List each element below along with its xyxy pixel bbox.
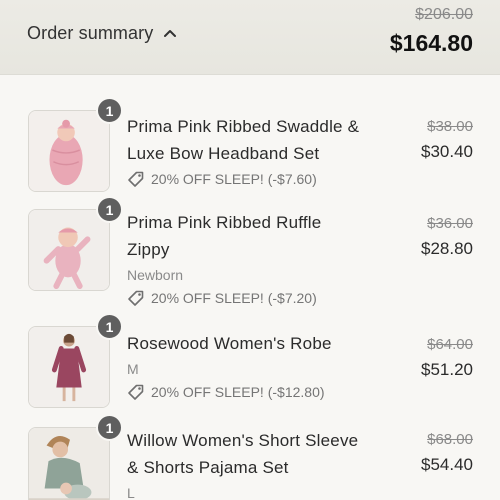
quantity-badge: 1 (96, 97, 123, 124)
variant-label: M (127, 361, 139, 377)
discount-label: 20% OFF SLEEP! (-$12.80) (127, 381, 397, 403)
discounted-price: $30.40 (421, 142, 473, 161)
product-name: Willow Women's Short Sleeve & Shorts Paj… (127, 431, 359, 477)
chevron-up-icon (163, 26, 177, 40)
discount-label: 20% OFF SLEEP! (-$7.20) (127, 287, 397, 309)
order-summary-header[interactable]: Order summary $206.00 $164.80 (0, 0, 500, 75)
product-image-zippy (28, 209, 110, 291)
variant-label: L (127, 485, 135, 500)
original-price: $38.00 (427, 118, 473, 135)
order-summary-label: Order summary (27, 22, 154, 43)
product-name: Prima Pink Ribbed Swaddle & Luxe Bow Hea… (127, 117, 360, 163)
original-price: $64.00 (427, 336, 473, 353)
product-image-robe (28, 326, 110, 408)
tag-icon (127, 383, 145, 401)
discount-label: 20% OFF SLEEP! (-$7.60) (127, 168, 397, 190)
product-name: Rosewood Women's Robe (127, 334, 332, 353)
original-price: $68.00 (427, 431, 473, 448)
product-name: Prima Pink Ribbed Ruffle Zippy (127, 213, 322, 259)
tag-icon (127, 289, 145, 307)
original-price: $36.00 (427, 215, 473, 232)
product-image-swaddle (28, 110, 110, 192)
discounted-price: $54.40 (421, 455, 473, 474)
order-summary-toggle[interactable]: Order summary (27, 20, 177, 46)
original-total: $206.00 (415, 6, 473, 23)
quantity-badge: 1 (96, 313, 123, 340)
quantity-badge: 1 (96, 196, 123, 223)
discounted-price: $28.80 (421, 239, 473, 258)
variant-label: Newborn (127, 267, 184, 283)
tag-icon (127, 170, 145, 188)
product-image-pajama (28, 427, 110, 500)
order-total: $164.80 (389, 30, 473, 56)
discounted-price: $51.20 (421, 360, 473, 379)
quantity-badge: 1 (96, 414, 123, 441)
